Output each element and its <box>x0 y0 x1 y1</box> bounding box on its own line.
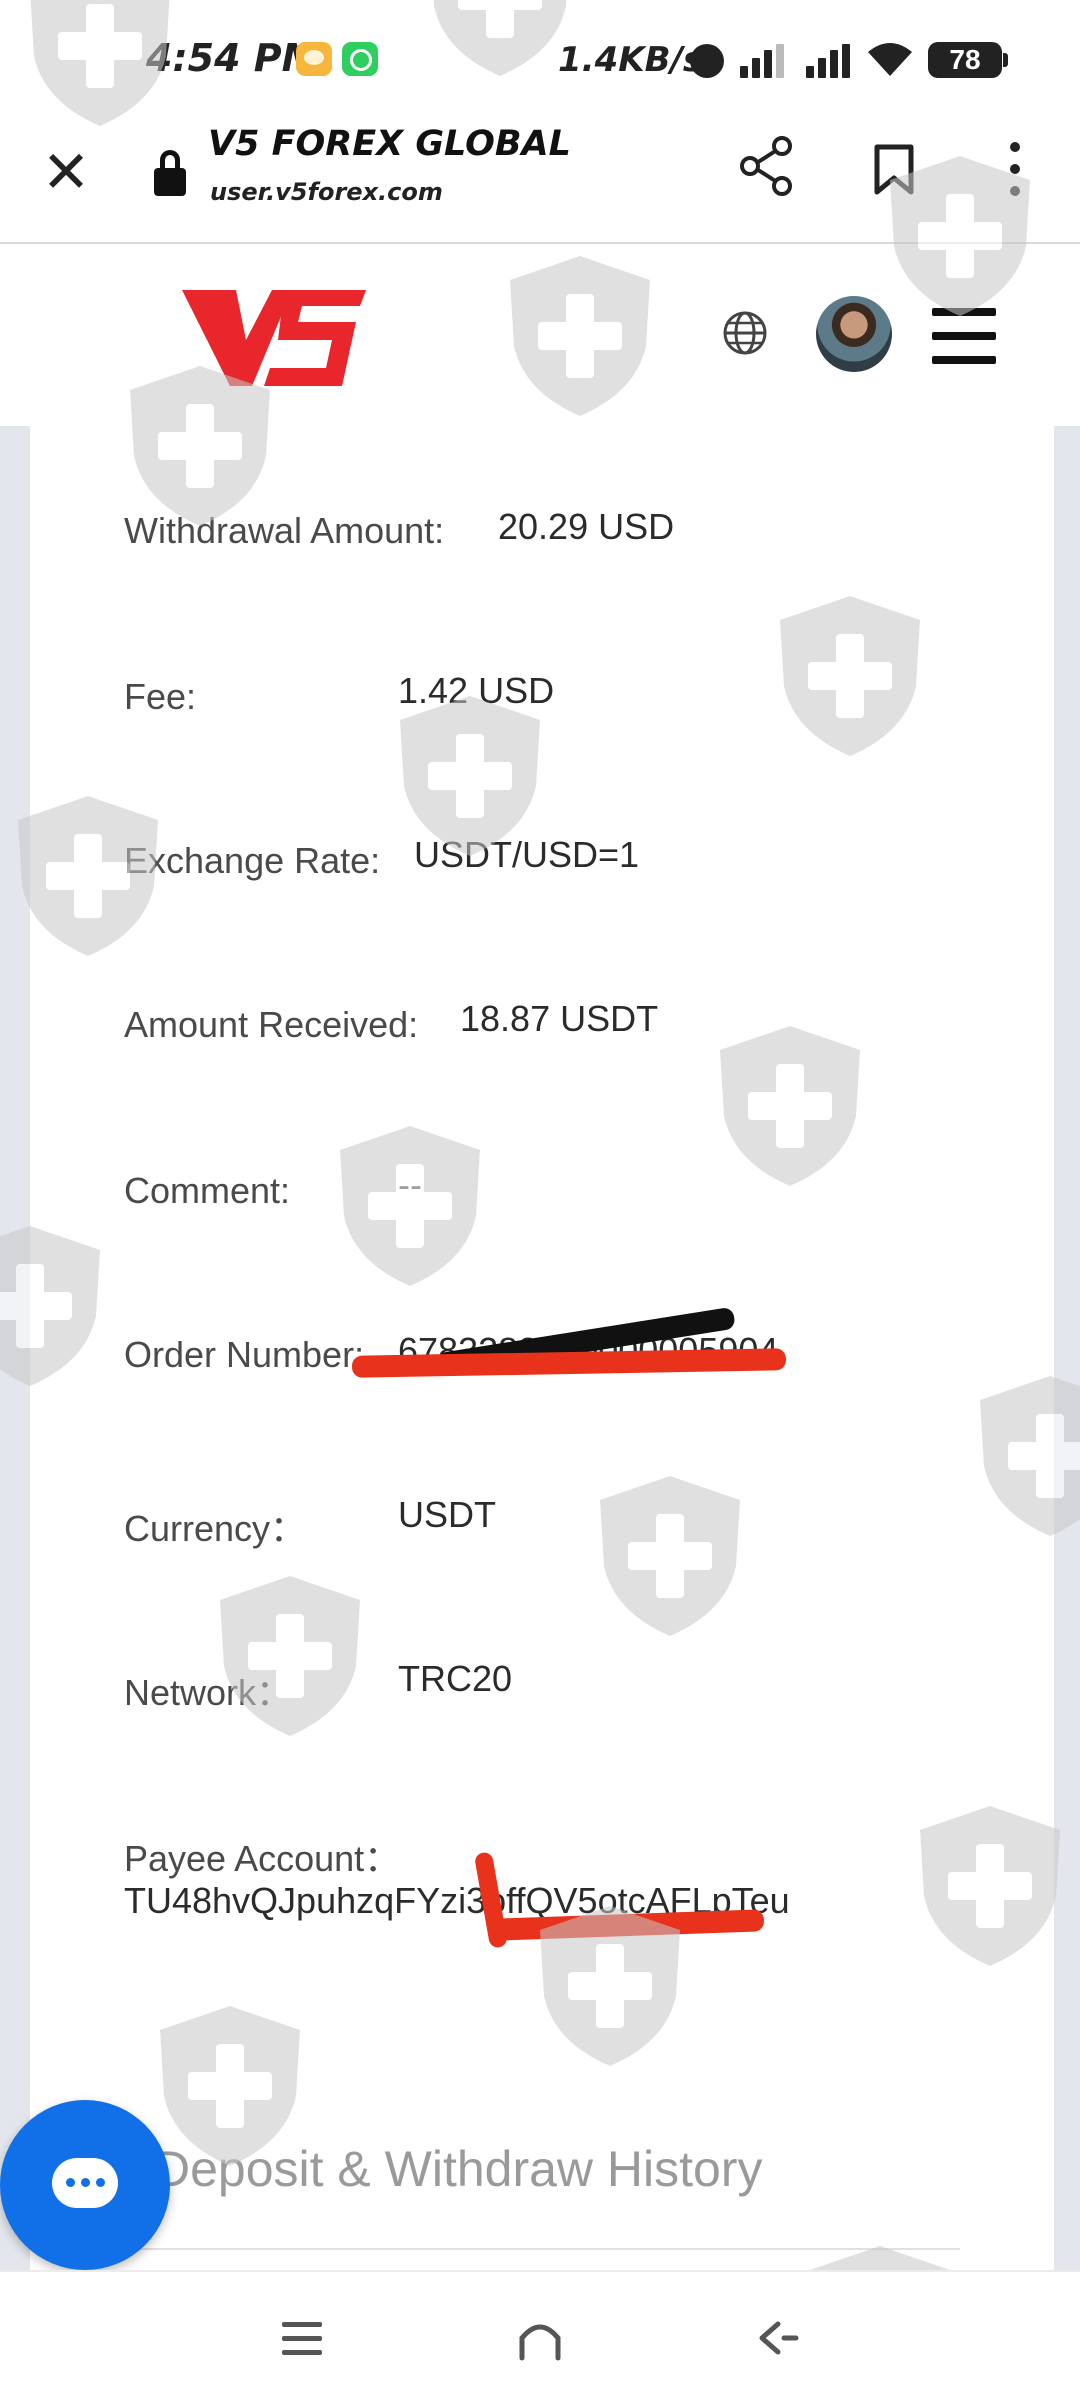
fee-value: 1.42 USD <box>398 670 555 711</box>
currency-value: USDT <box>398 1494 496 1535</box>
currency-label: Currency： <box>124 1508 307 1549</box>
more-options-icon[interactable] <box>1000 140 1032 200</box>
status-time: 4:54 PM <box>146 36 320 80</box>
signal-icon <box>806 44 854 78</box>
page-title: V5 FOREX GLOBAL <box>208 124 571 164</box>
status-bar: 4:54 PM 1.4KB/s 78 <box>0 0 1080 120</box>
exchange-rate-label: Exchange Rate: <box>124 840 381 881</box>
network-label: Network： <box>124 1672 293 1713</box>
avatar[interactable] <box>816 296 892 372</box>
share-icon[interactable] <box>736 136 796 196</box>
live-chat-button[interactable] <box>0 2100 170 2270</box>
comment-label: Comment: <box>124 1170 291 1211</box>
v5-logo[interactable] <box>180 282 370 392</box>
language-globe-icon[interactable] <box>720 308 770 358</box>
close-button[interactable]: ✕ <box>38 143 94 201</box>
history-section-title: Deposit & Withdraw History <box>154 2141 763 2197</box>
site-header <box>0 246 1080 426</box>
home-icon[interactable] <box>510 2312 570 2364</box>
bookmark-icon[interactable] <box>872 144 916 196</box>
withdrawal-amount-value: 20.29 USD <box>498 506 675 547</box>
browser-toolbar: ✕ V5 FOREX GLOBAL user.v5forex.com <box>0 120 1080 244</box>
system-navigation-bar <box>0 2270 1080 2400</box>
recent-apps-icon[interactable] <box>272 2312 332 2364</box>
page-url[interactable]: user.v5forex.com <box>210 178 443 206</box>
comment-value: -- <box>398 1164 422 1205</box>
signal-icon <box>740 44 788 78</box>
exchange-rate-value: USDT/USD=1 <box>414 834 640 875</box>
network-speed: 1.4KB/s <box>558 40 704 80</box>
divider <box>120 2248 960 2250</box>
order-number-label: Order Number: <box>124 1334 365 1375</box>
back-icon[interactable] <box>748 2312 808 2364</box>
network-value: TRC20 <box>398 1658 513 1699</box>
lock-icon[interactable] <box>154 150 186 198</box>
hamburger-menu-icon[interactable] <box>932 308 996 364</box>
battery-icon: 78 <box>928 42 1008 78</box>
amount-received-label: Amount Received: <box>124 1004 419 1045</box>
alarm-icon <box>690 44 724 78</box>
amount-received-value: 18.87 USDT <box>460 998 659 1039</box>
message-notification-icon <box>296 42 332 76</box>
wifi-icon <box>868 43 912 76</box>
fee-label: Fee: <box>124 676 197 717</box>
whatsapp-icon <box>342 42 378 76</box>
withdrawal-amount-label: Withdrawal Amount: <box>124 510 445 551</box>
payee-account-label: Payee Account： <box>124 1838 401 1879</box>
